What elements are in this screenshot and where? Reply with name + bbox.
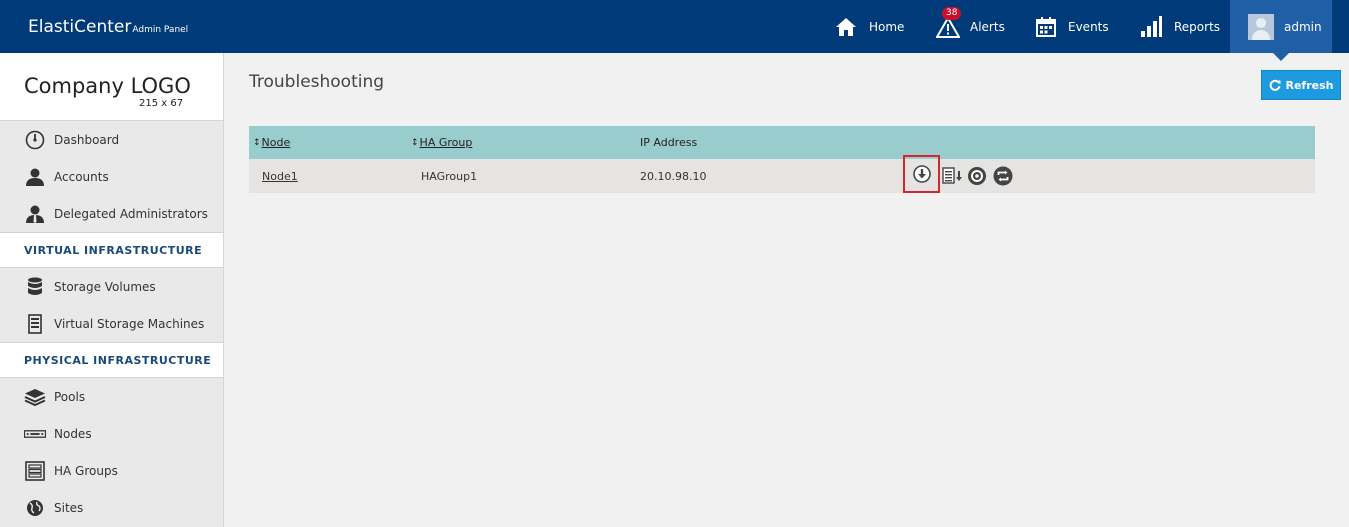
user-tab-pointer bbox=[1273, 53, 1289, 61]
nav-alerts[interactable]: 38 Alerts bbox=[936, 0, 1005, 53]
sidebar-item-label: Sites bbox=[54, 500, 84, 515]
user-menu[interactable]: admin bbox=[1230, 0, 1332, 61]
alerts-icon-wrap: 38 bbox=[936, 6, 962, 38]
export-report-button[interactable] bbox=[942, 167, 964, 185]
company-logo: Company LOGO 215 x 67 bbox=[0, 53, 223, 121]
sidebar-item-pools[interactable]: Pools bbox=[0, 378, 223, 415]
user-icon bbox=[24, 167, 46, 187]
sidebar-item-label: Virtual Storage Machines bbox=[54, 316, 205, 331]
sidebar-item-accounts[interactable]: Accounts bbox=[0, 158, 223, 195]
bar-chart-icon bbox=[1141, 15, 1162, 37]
brand-name: ElastiCenter bbox=[28, 17, 132, 37]
document-download-icon bbox=[942, 167, 962, 184]
sidebar-item-label: Accounts bbox=[54, 169, 109, 184]
refresh-icon bbox=[1269, 79, 1280, 91]
home-icon bbox=[836, 17, 856, 36]
top-navbar: ElastiCenterAdmin Panel Home 38 Alerts E… bbox=[0, 0, 1349, 61]
header-node-label: Node bbox=[261, 136, 291, 149]
sidebar-item-nodes[interactable]: Nodes bbox=[0, 415, 223, 452]
node-icon bbox=[24, 424, 46, 444]
sidebar-item-delegated-administrators[interactable]: Delegated Administrators bbox=[0, 195, 223, 232]
avatar bbox=[1248, 13, 1274, 40]
cell-ip-address: 20.10.98.10 bbox=[640, 169, 707, 183]
nav-home[interactable]: Home bbox=[835, 0, 904, 53]
nav-alerts-label: Alerts bbox=[970, 19, 1005, 34]
gauge-icon bbox=[24, 130, 46, 150]
node-link[interactable]: Node1 bbox=[262, 170, 298, 183]
nav-reports-label: Reports bbox=[1174, 19, 1221, 34]
admin-user-icon bbox=[24, 204, 46, 224]
sidebar-item-label: Nodes bbox=[54, 426, 92, 441]
sidebar-item-label: Delegated Administrators bbox=[54, 206, 208, 221]
logo-size: 215 x 67 bbox=[139, 98, 184, 109]
sidebar-item-storage-volumes[interactable]: Storage Volumes bbox=[0, 268, 223, 305]
settings-button[interactable] bbox=[967, 166, 987, 186]
row-actions bbox=[903, 155, 1013, 193]
sidebar-item-virtual-storage-machines[interactable]: Virtual Storage Machines bbox=[0, 305, 223, 342]
cell-ha-group: HAGroup1 bbox=[421, 169, 478, 183]
sort-icon: ↕ bbox=[253, 137, 261, 148]
sidebar-item-label: HA Groups bbox=[54, 463, 118, 478]
table-row: Node1 HAGroup1 20.10.98.10 bbox=[249, 155, 1315, 193]
nav-events[interactable]: Events bbox=[1036, 0, 1109, 53]
header-ha-group-label: HA Group bbox=[419, 136, 473, 149]
header-ip-address: IP Address bbox=[640, 126, 697, 159]
globe-icon bbox=[24, 498, 46, 518]
nav-home-label: Home bbox=[869, 19, 905, 34]
refresh-label: Refresh bbox=[1285, 78, 1334, 92]
alerts-badge: 38 bbox=[942, 6, 962, 20]
database-icon bbox=[24, 277, 46, 297]
user-name: admin bbox=[1284, 19, 1322, 34]
calendar-icon bbox=[1036, 16, 1056, 37]
sidebar: Company LOGO 215 x 67 Dashboard Accounts… bbox=[0, 53, 224, 527]
sidebar-item-dashboard[interactable]: Dashboard bbox=[0, 121, 223, 158]
refresh-button[interactable]: Refresh bbox=[1261, 70, 1341, 100]
header-ip-label: IP Address bbox=[640, 136, 698, 149]
section-physical-infrastructure: PHYSICAL INFRASTRUCTURE bbox=[0, 342, 223, 378]
page-title: Troubleshooting bbox=[249, 72, 385, 92]
brand-subtitle: Admin Panel bbox=[132, 25, 189, 35]
sidebar-item-label: Pools bbox=[54, 389, 86, 404]
layers-icon bbox=[24, 387, 46, 407]
sidebar-item-ha-groups[interactable]: HA Groups bbox=[0, 452, 223, 489]
brand[interactable]: ElastiCenterAdmin Panel bbox=[28, 17, 188, 37]
sidebar-item-label: Dashboard bbox=[54, 132, 120, 147]
cell-node: Node1 bbox=[262, 159, 298, 193]
sidebar-item-label: Storage Volumes bbox=[54, 279, 156, 294]
download-logs-button[interactable] bbox=[903, 155, 940, 193]
header-ha-group[interactable]: ↕ HA Group bbox=[411, 126, 472, 159]
section-virtual-infrastructure: VIRTUAL INFRASTRUCTURE bbox=[0, 232, 223, 268]
sort-icon: ↕ bbox=[411, 137, 419, 148]
ha-group-icon bbox=[24, 460, 46, 481]
troubleshooting-table: ↕ Node ↕ HA Group IP Address Node1 HAGro… bbox=[249, 126, 1315, 193]
restart-button[interactable] bbox=[993, 166, 1013, 186]
nav-reports[interactable]: Reports bbox=[1140, 0, 1220, 53]
header-node[interactable]: ↕ Node bbox=[253, 126, 290, 159]
logo-title: Company LOGO bbox=[24, 74, 191, 98]
server-icon bbox=[24, 313, 46, 334]
download-circle-icon bbox=[912, 165, 931, 183]
sidebar-item-sites[interactable]: Sites bbox=[0, 489, 223, 526]
target-gear-icon bbox=[968, 167, 986, 185]
table-header: ↕ Node ↕ HA Group IP Address bbox=[249, 126, 1315, 159]
nav-events-label: Events bbox=[1068, 19, 1109, 34]
repeat-icon bbox=[993, 166, 1013, 186]
